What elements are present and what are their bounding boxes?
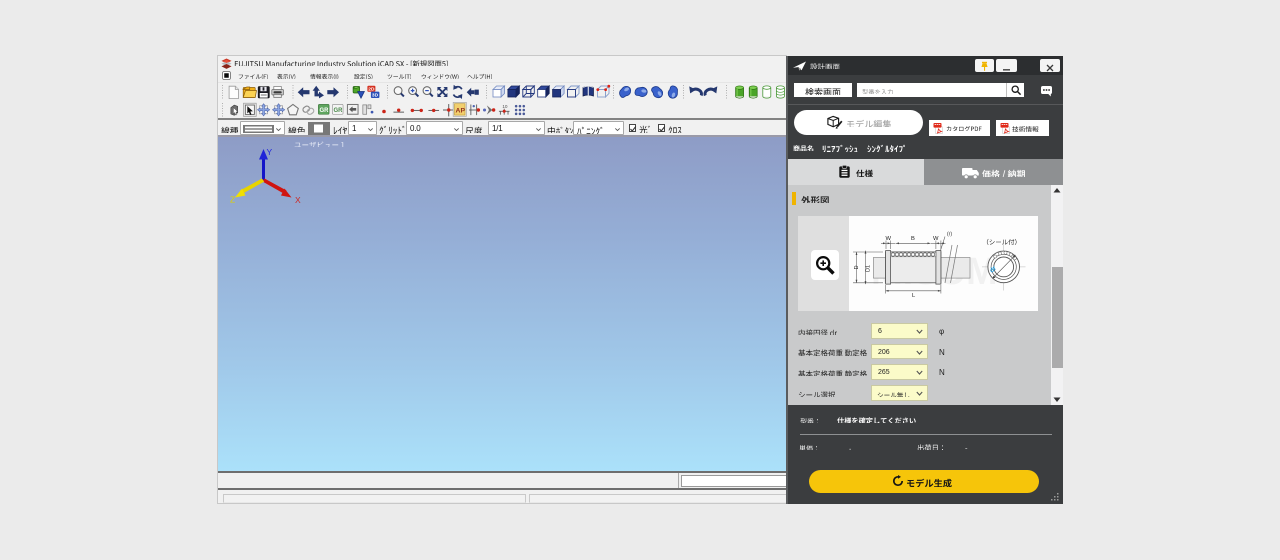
svg-text:GR: GR: [334, 108, 344, 114]
svg-text:Z: Z: [230, 195, 235, 205]
svg-text:L: L: [912, 293, 916, 299]
svg-text:D1: D1: [866, 265, 872, 272]
svg-text:W: W: [886, 236, 892, 242]
svg-text:W: W: [933, 236, 939, 242]
svg-text:GR: GR: [320, 108, 330, 114]
svg-text:X: X: [295, 195, 301, 205]
svg-text:AP: AP: [456, 107, 466, 114]
svg-text:(r): (r): [947, 232, 952, 238]
svg-text:3D: 3D: [372, 93, 379, 99]
svg-text:D: D: [854, 266, 860, 270]
svg-text:10: 10: [502, 104, 508, 109]
svg-text:B: B: [911, 236, 915, 242]
svg-text:Y: Y: [267, 147, 273, 157]
